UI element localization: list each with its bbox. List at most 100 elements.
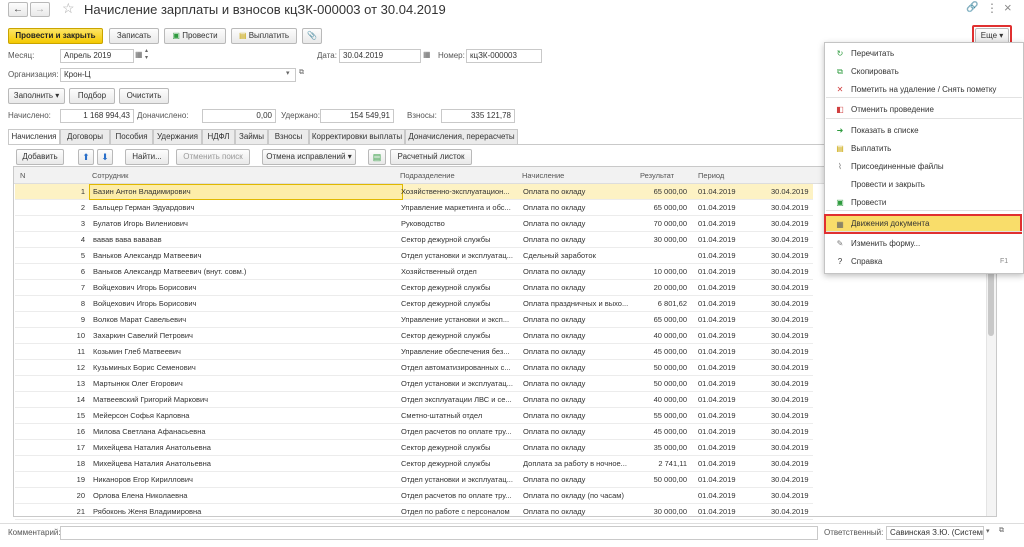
org-open-icon[interactable]: ⧉: [299, 69, 304, 77]
period-start-cell: 01.04.2019: [698, 427, 736, 436]
column-header[interactable]: Период: [698, 167, 724, 184]
add-row-button[interactable]: Добавить: [16, 149, 64, 165]
menu-icon: ▤: [836, 144, 844, 153]
responsible-field[interactable]: Савинская З.Ю. (Системн: [886, 526, 984, 540]
result-cell: 40 000,00: [653, 395, 687, 404]
back-button[interactable]: ←: [8, 2, 28, 17]
tab-7[interactable]: Корректировки выплаты: [309, 129, 405, 144]
column-header[interactable]: Подразделение: [400, 167, 455, 184]
month-stepper[interactable]: ▴ ▾: [145, 48, 148, 62]
menu-item-5[interactable]: ▤ Выплатить: [826, 140, 1022, 158]
result-cell: 20 000,00: [653, 283, 687, 292]
clear-button[interactable]: Очистить: [119, 88, 169, 104]
star-icon[interactable]: ☆: [62, 0, 75, 17]
table-row[interactable]: 1 Базин Антон Владимирович Хозяйственно-эк…: [15, 184, 813, 200]
period-start-cell: 01.04.2019: [698, 331, 736, 340]
cancel-search-button[interactable]: Отменить поиск: [176, 149, 250, 165]
table-row[interactable]: 20 Орлова Елена Николаевна Отдел расчетов …: [15, 488, 813, 504]
menu-item-3[interactable]: ◧ Отменить проведение: [826, 101, 1022, 119]
organization-field[interactable]: Крон-Ц: [60, 68, 296, 82]
column-header[interactable]: Сотрудник: [92, 167, 128, 184]
tab-4[interactable]: НДФЛ: [202, 129, 235, 144]
table-row[interactable]: 9 Волков Марат Савельевич Управление устан…: [15, 312, 813, 328]
period-end-cell: 30.04.2019: [771, 219, 809, 228]
move-up-button[interactable]: ⬆: [78, 149, 94, 165]
responsible-open-icon[interactable]: ⧉: [999, 527, 1004, 535]
table-row[interactable]: 7 Войцехович Игорь Борисович Сектор дежурн…: [15, 280, 813, 296]
table-row[interactable]: 18 Михейцева Наталия Анатольевна Сектор де…: [15, 456, 813, 472]
employee-cell: Рябоконь Женя Владимировна: [93, 507, 202, 516]
table-row[interactable]: 15 Мейерсон Софья Карловна Сметно-штатный …: [15, 408, 813, 424]
pay-button[interactable]: ▤ Выплатить: [231, 28, 297, 44]
menu-label: Движения документа: [851, 219, 930, 228]
accrual-cell: Оплата по окладу: [523, 379, 586, 388]
menu-item-1[interactable]: ⧉ Скопировать: [826, 63, 1022, 81]
number-field[interactable]: кцЗК-000003: [466, 49, 542, 63]
tab-6[interactable]: Взносы: [268, 129, 309, 144]
table-row[interactable]: 12 Кузьминых Борис Семенович Отдел автомат…: [15, 360, 813, 376]
table-row[interactable]: 3 Булатов Игорь Вилениович Руководство Опла…: [15, 216, 813, 232]
row-number: 7: [80, 283, 85, 292]
accrual-cell: Оплата по окладу: [523, 411, 586, 420]
attach-button[interactable]: 📎: [302, 28, 322, 44]
table-row[interactable]: 16 Милова Светлана Афанасьевна Отдел расче…: [15, 424, 813, 440]
menu-item-0[interactable]: ↻ Перечитать: [826, 45, 1022, 63]
table-row[interactable]: 19 Никаноров Егор Кириллович Отдел установ…: [15, 472, 813, 488]
tab-0[interactable]: Начисления: [8, 129, 60, 145]
column-header[interactable]: N: [20, 167, 25, 184]
post-and-close-button[interactable]: Провести и закрыть: [8, 28, 103, 44]
fill-button[interactable]: Заполнить ▾: [8, 88, 65, 104]
period-start-cell: 01.04.2019: [698, 491, 736, 500]
responsible-dropdown-icon[interactable]: ▾: [986, 527, 990, 535]
menu-label: Показать в списке: [851, 126, 919, 135]
result-cell: 65 000,00: [653, 315, 687, 324]
table-row[interactable]: 11 Козьмин Глеб Матвеевич Управление обесп…: [15, 344, 813, 360]
tab-2[interactable]: Пособия: [110, 129, 153, 144]
table-row[interactable]: 10 Захаркин Савелий Петрович Сектор дежурн…: [15, 328, 813, 344]
forward-button[interactable]: →: [30, 2, 50, 17]
table-row[interactable]: 5 Ваньков Александр Матвеевич Отдел устано…: [15, 248, 813, 264]
date-field[interactable]: 30.04.2019: [339, 49, 421, 63]
additional-value: 0,00: [202, 109, 276, 123]
post-button[interactable]: ▣ Провести: [164, 28, 226, 44]
result-cell: 65 000,00: [653, 187, 687, 196]
menu-item-11[interactable]: ? Справка: [826, 253, 1022, 271]
post-icon: ▣: [172, 31, 183, 40]
comment-field[interactable]: [60, 526, 818, 540]
month-field[interactable]: Апрель 2019: [60, 49, 134, 63]
select-button[interactable]: Подбор: [69, 88, 115, 104]
table-row[interactable]: 4 вавав вава вававав Сектор дежурной служб…: [15, 232, 813, 248]
date-calendar-icon[interactable]: ▦: [423, 50, 431, 59]
link-icon[interactable]: 🔗: [966, 2, 978, 13]
find-button[interactable]: Найти...: [125, 149, 169, 165]
table-row[interactable]: 21 Рябоконь Женя Владимировна Отдел по раб…: [15, 504, 813, 520]
undo-changes-button[interactable]: Отмена исправлений ▾: [262, 149, 356, 165]
tab-3[interactable]: Удержания: [153, 129, 202, 144]
column-header[interactable]: Начисление: [522, 167, 564, 184]
row-number: 20: [76, 491, 85, 500]
table-row[interactable]: 14 Матвеевский Григорий Маркович Отдел экс…: [15, 392, 813, 408]
payslip-button[interactable]: Расчетный листок: [390, 149, 472, 165]
tab-1[interactable]: Договоры: [60, 129, 110, 144]
move-down-button[interactable]: ⬇: [97, 149, 113, 165]
more-dots-icon[interactable]: ⋮: [986, 1, 998, 15]
column-header[interactable]: Результат: [640, 167, 674, 184]
tab-5[interactable]: Займы: [235, 129, 268, 144]
save-button[interactable]: Записать: [109, 28, 159, 44]
period-start-cell: 01.04.2019: [698, 187, 736, 196]
org-dropdown-icon[interactable]: ▾: [286, 69, 290, 77]
tab-8[interactable]: Доначисления, перерасчеты: [405, 129, 518, 144]
calendar-icon[interactable]: ▦: [135, 50, 143, 59]
table-row[interactable]: 6 Ваньков Александр Матвеевич (внут. совм…: [15, 264, 813, 280]
close-icon[interactable]: ×: [1004, 0, 1012, 15]
menu-item-10[interactable]: ✎ Изменить форму...: [826, 235, 1022, 253]
table-row[interactable]: 2 Бальцер Герман Эдуардович Управление мар…: [15, 200, 813, 216]
table-row[interactable]: 8 Войцехович Игорь Борисович Сектор дежурн…: [15, 296, 813, 312]
table-row[interactable]: 17 Михейцева Наталия Анатольевна Сектор де…: [15, 440, 813, 456]
menu-item-6[interactable]: ⌇ Присоединенные файлы: [826, 158, 1022, 176]
period-end-cell: 30.04.2019: [771, 299, 809, 308]
excel-icon[interactable]: ▤: [368, 149, 386, 165]
menu-item-7[interactable]: Провести и закрыть: [826, 176, 1022, 194]
menu-item-4[interactable]: ➜ Показать в списке: [826, 122, 1022, 140]
table-row[interactable]: 13 Мартынюк Олег Егорович Отдел установки …: [15, 376, 813, 392]
